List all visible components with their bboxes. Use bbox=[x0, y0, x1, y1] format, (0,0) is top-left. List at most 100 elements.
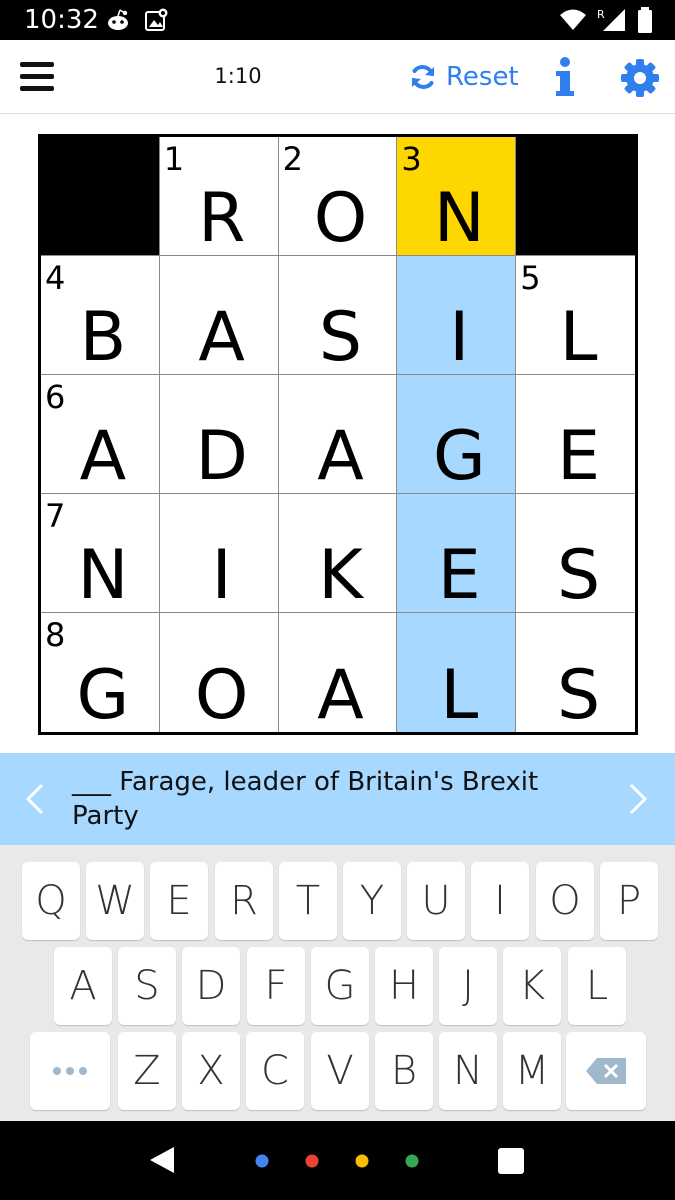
key-label: C bbox=[261, 1048, 289, 1094]
key-label: Y bbox=[359, 878, 385, 924]
assistant-dots-icon[interactable] bbox=[252, 1151, 432, 1171]
highlighted-cell[interactable]: L bbox=[397, 613, 517, 732]
key-x[interactable]: X bbox=[182, 1032, 240, 1110]
grid-cell[interactable]: A bbox=[278, 613, 398, 735]
cell-letter: A bbox=[317, 656, 364, 735]
hamburger-menu-icon[interactable] bbox=[20, 62, 54, 92]
key-v[interactable]: V bbox=[311, 1032, 369, 1110]
grid-cell[interactable]: 8G bbox=[41, 613, 160, 732]
key-u[interactable]: U bbox=[407, 862, 465, 940]
status-icons: R bbox=[559, 7, 653, 33]
cell-letter: O bbox=[313, 179, 368, 258]
grid-cell[interactable]: A bbox=[278, 375, 398, 496]
key-label: L bbox=[585, 963, 609, 1009]
backspace-key[interactable] bbox=[566, 1032, 646, 1110]
key-label: S bbox=[134, 963, 160, 1009]
highlighted-cell[interactable]: G bbox=[397, 375, 517, 494]
key-label: E bbox=[166, 878, 192, 924]
key-g[interactable]: G bbox=[311, 947, 369, 1025]
key-label: V bbox=[326, 1048, 354, 1094]
key-d[interactable]: D bbox=[182, 947, 240, 1025]
grid-cell[interactable]: K bbox=[278, 494, 398, 613]
system-nav-bar bbox=[0, 1121, 675, 1200]
cell-number: 2 bbox=[282, 140, 303, 178]
recents-square-icon[interactable] bbox=[498, 1148, 524, 1174]
key-f[interactable]: F bbox=[247, 947, 305, 1025]
cell-number: 3 bbox=[401, 140, 422, 178]
cell-letter: S bbox=[318, 298, 363, 377]
grid-cell[interactable]: S bbox=[516, 494, 635, 613]
refresh-icon bbox=[412, 65, 434, 89]
key-c[interactable]: C bbox=[246, 1032, 304, 1110]
key-m[interactable]: M bbox=[503, 1032, 561, 1110]
key-p[interactable]: P bbox=[600, 862, 658, 940]
cell-letter: N bbox=[433, 179, 485, 258]
cell-number: 5 bbox=[520, 259, 541, 297]
key-e[interactable]: E bbox=[150, 862, 208, 940]
key-l[interactable]: L bbox=[568, 947, 626, 1025]
key-label: T bbox=[295, 878, 321, 924]
key-n[interactable]: N bbox=[439, 1032, 497, 1110]
cell-letter: B bbox=[79, 298, 127, 377]
key-label: M bbox=[514, 1048, 550, 1094]
key-z[interactable]: Z bbox=[118, 1032, 176, 1110]
grid-cell[interactable]: 2O bbox=[278, 137, 398, 258]
key-label: P bbox=[616, 878, 642, 924]
key-r[interactable]: R bbox=[215, 862, 273, 940]
grid-cell[interactable]: 6A bbox=[41, 375, 160, 494]
active-cell[interactable]: 3N bbox=[397, 137, 517, 258]
cell-signal-icon: R bbox=[597, 8, 625, 31]
chevron-right-icon[interactable] bbox=[623, 781, 653, 817]
chevron-left-icon[interactable] bbox=[20, 781, 50, 817]
more-key[interactable] bbox=[30, 1032, 110, 1110]
cell-letter: L bbox=[559, 298, 598, 377]
grid-cell[interactable]: O bbox=[159, 613, 279, 732]
status-time: 10:32 bbox=[24, 5, 99, 35]
back-triangle-icon[interactable] bbox=[148, 1145, 176, 1175]
grid-cell[interactable]: 1R bbox=[159, 137, 279, 256]
grid-cell[interactable]: A bbox=[159, 256, 279, 375]
status-bar: 10:32 R bbox=[0, 0, 675, 40]
key-h[interactable]: H bbox=[375, 947, 433, 1025]
key-j[interactable]: J bbox=[439, 947, 497, 1025]
info-icon[interactable] bbox=[550, 56, 580, 100]
gear-icon[interactable] bbox=[620, 58, 660, 98]
app-header: 1:10 Reset bbox=[0, 40, 675, 114]
highlighted-cell[interactable]: I bbox=[397, 256, 517, 375]
cell-number: 6 bbox=[45, 378, 66, 416]
key-b[interactable]: B bbox=[375, 1032, 433, 1110]
reset-button[interactable]: Reset bbox=[408, 57, 519, 97]
grid-cell[interactable]: S bbox=[278, 256, 398, 377]
key-q[interactable]: Q bbox=[22, 862, 80, 940]
key-label: N bbox=[453, 1048, 483, 1094]
key-o[interactable]: O bbox=[536, 862, 594, 940]
cell-letter: A bbox=[79, 417, 127, 496]
block-cell bbox=[41, 137, 160, 256]
cell-number: 4 bbox=[45, 259, 66, 297]
key-w[interactable]: W bbox=[86, 862, 144, 940]
key-i[interactable]: I bbox=[471, 862, 529, 940]
grid-cell[interactable]: D bbox=[159, 375, 279, 496]
key-label: H bbox=[388, 963, 420, 1009]
grid-cell[interactable]: 5L bbox=[516, 256, 635, 375]
cell-letter: D bbox=[195, 417, 248, 496]
grid-cell[interactable]: 4B bbox=[41, 256, 160, 375]
key-label: O bbox=[549, 878, 581, 924]
clue-text: ___ Farage, leader of Britain's Brexit P… bbox=[72, 767, 539, 831]
grid-cell[interactable]: S bbox=[516, 613, 635, 732]
key-y[interactable]: Y bbox=[343, 862, 401, 940]
highlighted-cell[interactable]: E bbox=[397, 494, 517, 613]
key-label: K bbox=[518, 963, 546, 1009]
cell-letter: A bbox=[317, 417, 364, 496]
key-k[interactable]: K bbox=[503, 947, 561, 1025]
grid-cell[interactable]: E bbox=[516, 375, 635, 494]
key-t[interactable]: T bbox=[279, 862, 337, 940]
key-a[interactable]: A bbox=[54, 947, 112, 1025]
grid-cell[interactable]: 7N bbox=[41, 494, 160, 613]
grid-cell[interactable]: I bbox=[159, 494, 279, 613]
roaming-indicator: R bbox=[597, 8, 605, 21]
key-label: A bbox=[69, 963, 97, 1009]
key-s[interactable]: S bbox=[118, 947, 176, 1025]
key-label: B bbox=[390, 1048, 418, 1094]
key-label: G bbox=[324, 963, 356, 1009]
